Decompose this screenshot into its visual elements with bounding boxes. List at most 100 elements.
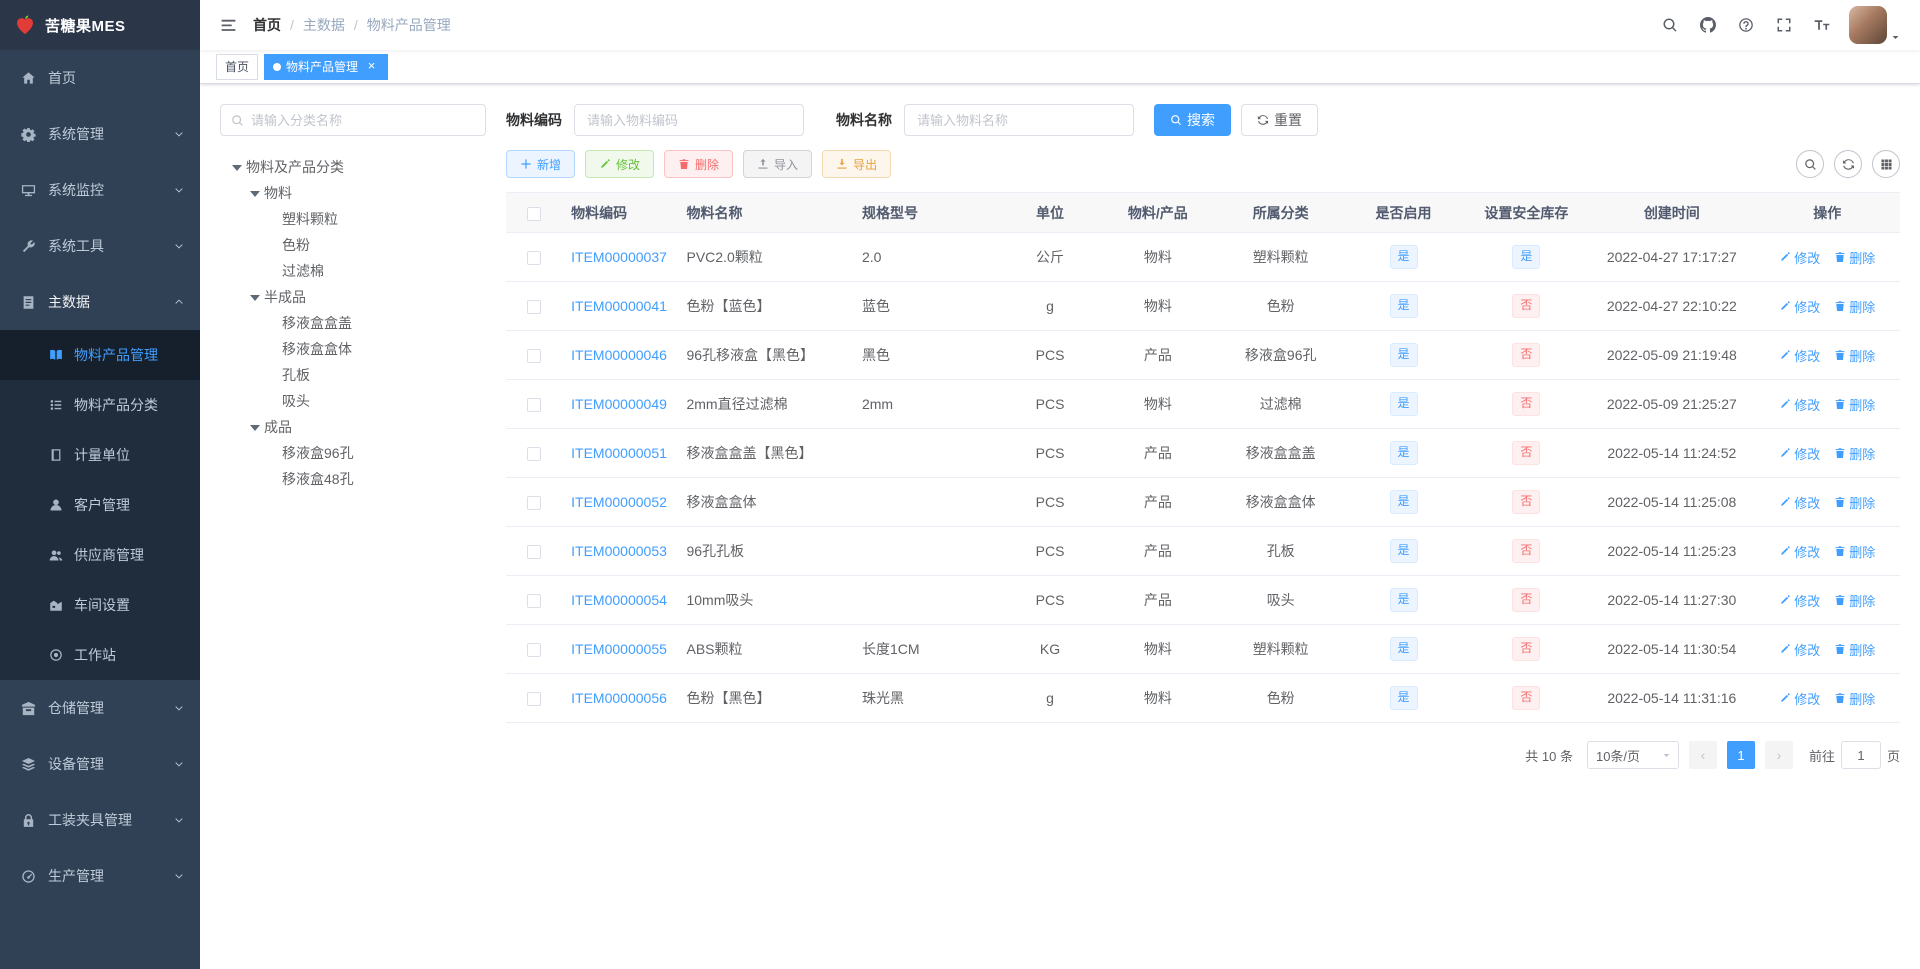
row-delete-button[interactable]: 删除 [1834, 493, 1875, 512]
row-checkbox[interactable] [526, 251, 541, 266]
tree-expand-caret-icon[interactable] [246, 288, 264, 306]
category-search-input[interactable] [251, 112, 475, 128]
user-menu[interactable] [1841, 1, 1910, 49]
row-checkbox[interactable] [526, 692, 541, 707]
row-delete-button[interactable]: 删除 [1834, 542, 1875, 561]
row-checkbox[interactable] [526, 643, 541, 658]
row-delete-button[interactable]: 删除 [1834, 346, 1875, 365]
font-size-icon[interactable] [1803, 0, 1841, 50]
breadcrumb-item[interactable]: 首页 [253, 15, 281, 35]
sidebar-item-warehouse-manage[interactable]: 仓储管理 [0, 680, 200, 736]
sidebar-item-system-monitor[interactable]: 系统监控 [0, 162, 200, 218]
page-1-button[interactable]: 1 [1726, 741, 1755, 769]
row-edit-button[interactable]: 修改 [1779, 297, 1820, 316]
sidebar-toggle-button[interactable] [210, 0, 247, 50]
row-checkbox[interactable] [526, 398, 541, 413]
sidebar-subitem-workshop-setting[interactable]: 车间设置 [0, 580, 200, 630]
row-delete-button[interactable]: 删除 [1834, 640, 1875, 659]
page-size-select[interactable]: 10条/页 [1586, 741, 1679, 769]
row-checkbox[interactable] [526, 447, 541, 462]
add-button[interactable]: 新增 [506, 150, 576, 178]
tree-node[interactable]: 吸头 [220, 388, 486, 414]
github-icon[interactable] [1689, 0, 1727, 50]
table-row[interactable]: ITEM00000051 移液盒盒盖【黑色】 PCS 产品 移液盒盒盖 是 否 2022-05… [506, 428, 1900, 478]
material-code-input[interactable] [574, 104, 804, 136]
header-search-icon[interactable] [1651, 0, 1689, 50]
sidebar-item-home[interactable]: 首页 [0, 50, 200, 106]
tree-node[interactable]: 移液盒盒体 [220, 336, 486, 362]
table-row[interactable]: ITEM00000053 96孔孔板 PCS 产品 孔板 是 否 2022-05-14 11:… [506, 526, 1900, 576]
tree-node[interactable]: 半成品 [220, 284, 486, 310]
row-edit-button[interactable]: 修改 [1779, 395, 1820, 414]
tree-expand-caret-icon[interactable] [246, 184, 264, 202]
table-row[interactable]: ITEM00000055 ABS颗粒 长度1CM KG 物料 塑料颗粒 是 否 2022-05-… [506, 624, 1900, 674]
table-row[interactable]: ITEM00000049 2mm直径过滤棉 2mm PCS 物料 过滤棉 是 否 2022-05… [506, 379, 1900, 429]
row-checkbox[interactable] [526, 594, 541, 609]
row-delete-button[interactable]: 删除 [1834, 248, 1875, 267]
help-question-icon[interactable] [1727, 0, 1765, 50]
material-code-link[interactable]: ITEM00000037 [571, 249, 667, 265]
material-code-link[interactable]: ITEM00000051 [571, 445, 667, 461]
row-delete-button[interactable]: 删除 [1834, 591, 1875, 610]
refresh-table-button[interactable] [1834, 150, 1862, 178]
material-code-link[interactable]: ITEM00000046 [571, 347, 667, 363]
tree-expand-caret-icon[interactable] [228, 158, 246, 176]
tree-node[interactable]: 塑料颗粒 [220, 206, 486, 232]
row-delete-button[interactable]: 删除 [1834, 689, 1875, 708]
toggle-search-button[interactable] [1796, 150, 1824, 178]
tree-node[interactable]: 过滤棉 [220, 258, 486, 284]
tree-node[interactable]: 移液盒48孔 [220, 466, 486, 492]
row-edit-button[interactable]: 修改 [1779, 640, 1820, 659]
import-button[interactable]: 导入 [743, 150, 813, 178]
sidebar-item-master-data[interactable]: 主数据 [0, 274, 200, 330]
material-code-link[interactable]: ITEM00000041 [571, 298, 667, 314]
prev-page-button[interactable]: ‹ [1688, 741, 1717, 769]
tree-node[interactable]: 物料及产品分类 [220, 154, 486, 180]
table-row[interactable]: ITEM00000037 PVC2.0颗粒 2.0 公斤 物料 塑料颗粒 是 是 2022-04… [506, 232, 1900, 282]
row-edit-button[interactable]: 修改 [1779, 591, 1820, 610]
export-button[interactable]: 导出 [822, 150, 892, 178]
tree-node[interactable]: 孔板 [220, 362, 486, 388]
row-edit-button[interactable]: 修改 [1779, 689, 1820, 708]
sidebar-item-system-tools[interactable]: 系统工具 [0, 218, 200, 274]
delete-button[interactable]: 删除 [664, 150, 734, 178]
tag-物料产品管理[interactable]: 物料产品管理 × [264, 53, 389, 80]
row-edit-button[interactable]: 修改 [1779, 248, 1820, 267]
app-logo[interactable]: 苦糖果MES [0, 0, 200, 50]
material-code-link[interactable]: ITEM00000052 [571, 494, 667, 510]
sidebar-subitem-supplier-manage[interactable]: 供应商管理 [0, 530, 200, 580]
row-checkbox[interactable] [526, 349, 541, 364]
tree-node[interactable]: 成品 [220, 414, 486, 440]
row-checkbox[interactable] [526, 496, 541, 511]
sidebar-subitem-customer-manage[interactable]: 客户管理 [0, 480, 200, 530]
table-row[interactable]: ITEM00000041 色粉【蓝色】 蓝色 g 物料 色粉 是 否 2022-04-27 22… [506, 281, 1900, 331]
goto-page-input[interactable] [1840, 741, 1881, 769]
sidebar-subitem-material-product-manage[interactable]: 物料产品管理 [0, 330, 200, 380]
sidebar-item-fixture-manage[interactable]: 工装夹具管理 [0, 792, 200, 848]
sidebar-item-production-manage[interactable]: 生产管理 [0, 848, 200, 904]
material-code-link[interactable]: ITEM00000055 [571, 641, 667, 657]
tree-node[interactable]: 色粉 [220, 232, 486, 258]
row-delete-button[interactable]: 删除 [1834, 395, 1875, 414]
column-settings-button[interactable] [1872, 150, 1900, 178]
row-edit-button[interactable]: 修改 [1779, 493, 1820, 512]
table-row[interactable]: ITEM00000046 96孔移液盒【黑色】 黑色 PCS 产品 移液盒96孔 是 否 202… [506, 330, 1900, 380]
sidebar-subitem-workstation[interactable]: 工作站 [0, 630, 200, 680]
tree-node[interactable]: 移液盒96孔 [220, 440, 486, 466]
reset-button[interactable]: 重置 [1241, 104, 1318, 136]
tag-首页[interactable]: 首页 [216, 53, 259, 80]
sidebar-subitem-measure-unit[interactable]: 计量单位 [0, 430, 200, 480]
material-code-link[interactable]: ITEM00000049 [571, 396, 667, 412]
tree-node[interactable]: 物料 [220, 180, 486, 206]
fullscreen-icon[interactable] [1765, 0, 1803, 50]
material-code-link[interactable]: ITEM00000054 [571, 592, 667, 608]
row-delete-button[interactable]: 删除 [1834, 297, 1875, 316]
row-edit-button[interactable]: 修改 [1779, 542, 1820, 561]
table-row[interactable]: ITEM00000054 10mm吸头 PCS 产品 吸头 是 否 2022-05-14 11… [506, 575, 1900, 625]
tree-expand-caret-icon[interactable] [246, 418, 264, 436]
sidebar-subitem-material-product-category[interactable]: 物料产品分类 [0, 380, 200, 430]
row-checkbox[interactable] [526, 545, 541, 560]
edit-button[interactable]: 修改 [585, 150, 655, 178]
sidebar-item-system-manage[interactable]: 系统管理 [0, 106, 200, 162]
next-page-button[interactable]: › [1764, 741, 1793, 769]
